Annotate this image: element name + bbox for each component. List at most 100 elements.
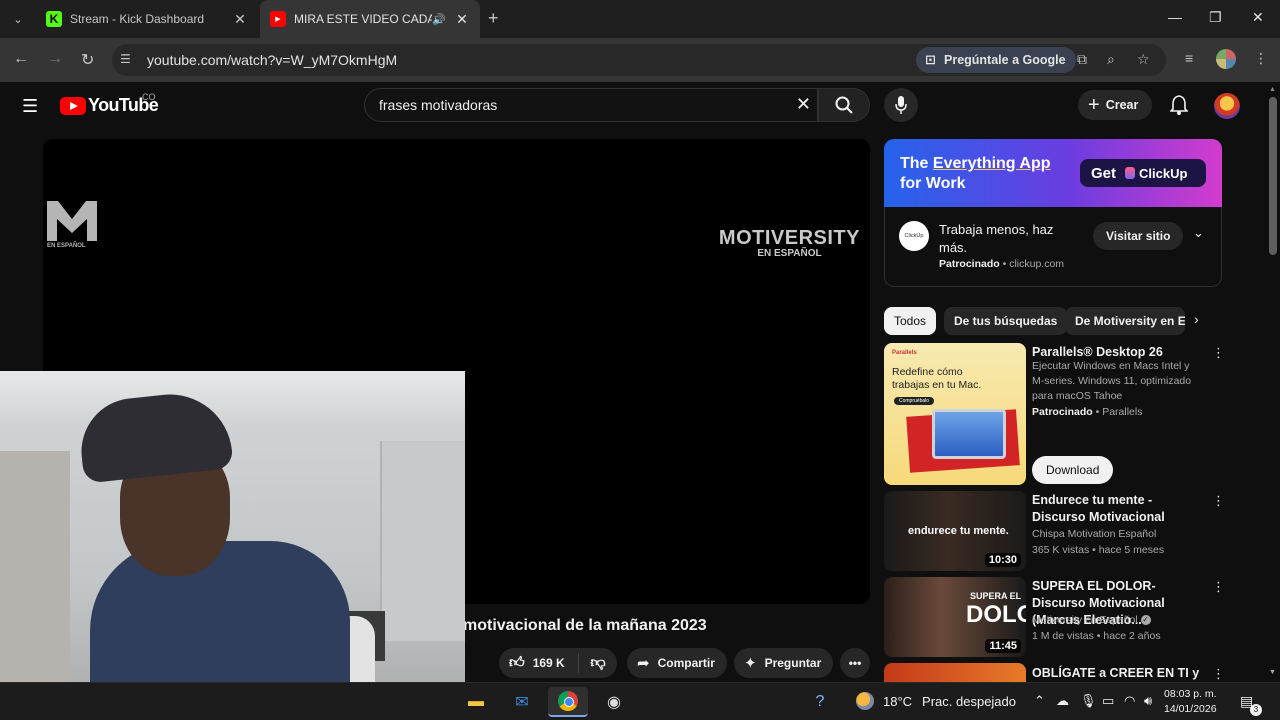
address-bar[interactable]: ☰ youtube.com/watch?v=W_yM7OkmHgM ⊡ Preg… bbox=[112, 44, 1166, 76]
list-item[interactable]: SUPERA EL DOLOR 11:45 SUPERA EL DOLOR-Di… bbox=[884, 577, 1225, 657]
voice-search-button[interactable] bbox=[884, 88, 918, 122]
ad-banner[interactable]: The Everything App for Work Get ClickUp bbox=[884, 139, 1222, 207]
ask-google-button[interactable]: ⊡ Pregúntale a Google bbox=[916, 47, 1076, 73]
bookmark-star-icon[interactable]: ☆ bbox=[1137, 51, 1150, 68]
media-control-icon[interactable]: ≡ bbox=[1185, 50, 1193, 66]
chrome-taskbar-button[interactable] bbox=[548, 687, 588, 717]
ask-button[interactable]: ✦ Preguntar bbox=[734, 648, 834, 678]
tab-close-icon[interactable]: ✕ bbox=[452, 11, 472, 28]
more-horizontal-icon: ••• bbox=[848, 656, 862, 670]
video-thumbnail[interactable] bbox=[884, 663, 1026, 682]
url-text[interactable]: youtube.com/watch?v=W_yM7OkmHgM bbox=[147, 52, 397, 68]
chip-todos[interactable]: Todos bbox=[884, 307, 937, 335]
network-icon[interactable]: ▭ bbox=[1102, 693, 1114, 709]
outlook-icon[interactable]: ✉ bbox=[502, 687, 542, 717]
more-vertical-icon[interactable]: ⋮ bbox=[1212, 579, 1225, 595]
like-count: 169 K bbox=[532, 656, 565, 670]
lens-icon: ⊡ bbox=[925, 52, 936, 67]
thumbnail-text: endurece tu mente. bbox=[908, 525, 1009, 537]
rec-channel[interactable]: Motiversity en Español ✓ bbox=[1032, 613, 1204, 628]
install-app-icon[interactable]: ⧉ bbox=[1077, 51, 1087, 68]
thumbs-up-icon: 👍︎ bbox=[509, 654, 525, 671]
browser-profile-avatar[interactable] bbox=[1216, 49, 1236, 69]
parallels-thumbnail[interactable]: Parallels Redefine cómo trabajas en tu M… bbox=[884, 343, 1026, 485]
thumbs-down-icon: 👎︎ bbox=[590, 654, 606, 671]
speaker-icon[interactable]: 🔊 bbox=[432, 13, 446, 26]
sponsored-item-parallels[interactable]: Parallels Redefine cómo trabajas en tu M… bbox=[884, 343, 1225, 485]
help-icon[interactable]: ? bbox=[800, 687, 840, 717]
plus-icon: + bbox=[1088, 93, 1100, 116]
more-vertical-icon[interactable]: ⋮ bbox=[1212, 666, 1222, 682]
file-explorer-icon[interactable]: ▬ bbox=[456, 687, 496, 717]
weather-partly-cloudy-icon bbox=[856, 692, 874, 710]
tab-search-chevron-icon[interactable]: ⌄ bbox=[6, 7, 30, 31]
share-button[interactable]: ➦ Compartir bbox=[627, 648, 727, 678]
parallels-thumb-text: Redefine cómo trabajas en tu Mac. bbox=[892, 366, 982, 391]
close-window-icon[interactable]: ✕ bbox=[1252, 9, 1264, 26]
video-thumbnail[interactable]: SUPERA EL DOLOR 11:45 bbox=[884, 577, 1026, 657]
create-label: Crear bbox=[1105, 98, 1139, 112]
menu-icon[interactable]: ☰ bbox=[22, 96, 38, 117]
back-icon[interactable]: ← bbox=[13, 50, 29, 68]
chevron-up-icon[interactable]: ⌃ bbox=[1034, 693, 1045, 709]
clickup-avatar[interactable]: ClickUp bbox=[899, 221, 929, 251]
scroll-up-icon[interactable]: ▲ bbox=[1269, 86, 1276, 93]
create-button[interactable]: + Crear bbox=[1078, 90, 1153, 120]
zoom-icon[interactable]: ⌕ bbox=[1107, 51, 1115, 68]
visit-site-button[interactable]: Visitar sitio bbox=[1093, 222, 1184, 250]
download-button[interactable]: Download bbox=[1032, 456, 1114, 484]
rec-title[interactable]: OBLÍGATE a CREER EN TI y bbox=[1032, 665, 1206, 682]
minimize-icon[interactable]: — bbox=[1168, 9, 1182, 25]
browser-menu-icon[interactable]: ⋮ bbox=[1254, 50, 1268, 67]
chevron-right-icon[interactable]: › bbox=[1194, 311, 1199, 327]
account-avatar[interactable] bbox=[1214, 93, 1240, 119]
search-input[interactable]: frases motivadoras ✕ bbox=[364, 88, 818, 122]
scrollbar-thumb[interactable] bbox=[1269, 97, 1277, 255]
volume-icon[interactable]: 🔊︎ bbox=[1144, 693, 1152, 709]
chip-de-motiversity[interactable]: De Motiversity en Español bbox=[1065, 307, 1185, 335]
dislike-button[interactable]: 👎︎ bbox=[579, 654, 617, 672]
list-item[interactable]: OBLÍGATE a CREER EN TI y ⋮ bbox=[884, 663, 1222, 682]
tab-kick-dashboard[interactable]: K Stream - Kick Dashboard ✕ bbox=[36, 0, 258, 38]
notifications-bell-icon[interactable] bbox=[1169, 95, 1189, 120]
reload-icon[interactable]: ↻ bbox=[81, 50, 94, 70]
rec-stats: 365 K vistas • hace 5 meses bbox=[1032, 544, 1165, 556]
more-actions-button[interactable]: ••• bbox=[840, 648, 870, 678]
search-button[interactable] bbox=[818, 88, 870, 122]
tab-close-icon[interactable]: ✕ bbox=[230, 11, 250, 28]
restore-icon[interactable]: ❐ bbox=[1209, 9, 1222, 26]
weather-temp: 18°C bbox=[883, 693, 913, 709]
site-info-icon[interactable]: ☰ bbox=[120, 52, 131, 66]
like-button[interactable]: 👍︎ 169 K bbox=[499, 653, 579, 673]
search-query[interactable]: frases motivadoras bbox=[379, 97, 497, 113]
ad-get-clickup-button[interactable]: Get ClickUp bbox=[1080, 159, 1206, 187]
parallels-description: Ejecutar Windows en Macs Intel y M-serie… bbox=[1032, 360, 1192, 402]
clock-time: 08:03 p. m. bbox=[1164, 688, 1217, 700]
new-tab-icon[interactable]: + bbox=[488, 8, 499, 29]
obs-recorder-icon[interactable]: ◉ bbox=[594, 687, 634, 717]
system-clock[interactable]: 08:03 p. m. 14/01/2026 bbox=[1164, 687, 1217, 717]
chip-de-tus-busquedas[interactable]: De tus búsquedas bbox=[944, 307, 1068, 335]
list-item[interactable]: endurece tu mente. 10:30 Endurece tu men… bbox=[884, 491, 1225, 571]
tab-title: Stream - Kick Dashboard bbox=[70, 12, 205, 26]
wifi-icon[interactable]: ◠ bbox=[1124, 693, 1135, 709]
more-vertical-icon[interactable]: ⋮ bbox=[1212, 493, 1225, 509]
parallels-sponsor: Patrocinado • Parallels bbox=[1032, 406, 1143, 418]
chevron-down-icon[interactable]: ⌄ bbox=[1193, 225, 1204, 241]
mic-tray-icon[interactable]: 🎙︎ bbox=[1080, 693, 1097, 709]
tab-youtube-video[interactable]: ▶ MIRA ESTE VIDEO CADA MAÑANA 🔊 ✕ bbox=[260, 0, 480, 38]
video-title: motivacional de la mañana 2023 bbox=[463, 617, 707, 634]
verified-check-icon: ✓ bbox=[1140, 615, 1151, 626]
video-thumbnail[interactable]: endurece tu mente. 10:30 bbox=[884, 491, 1026, 571]
more-vertical-icon[interactable]: ⋮ bbox=[1212, 345, 1225, 361]
parallels-thumb-brand: Parallels bbox=[892, 350, 917, 356]
like-dislike-group: 👍︎ 169 K 👎︎ bbox=[499, 648, 617, 678]
forward-icon[interactable]: → bbox=[47, 50, 63, 68]
youtube-play-icon bbox=[60, 96, 86, 115]
scroll-down-icon[interactable]: ▼ bbox=[1269, 669, 1276, 676]
clear-search-icon[interactable]: ✕ bbox=[796, 94, 811, 115]
sync-icon[interactable]: ☁ bbox=[1056, 693, 1069, 709]
rec-title[interactable]: Endurece tu mente - Discurso Motivaciona… bbox=[1032, 492, 1206, 526]
rec-channel[interactable]: Chispa Motivation Español bbox=[1032, 527, 1204, 542]
weather-widget[interactable]: 18°C Prac. despejado bbox=[856, 692, 1016, 710]
